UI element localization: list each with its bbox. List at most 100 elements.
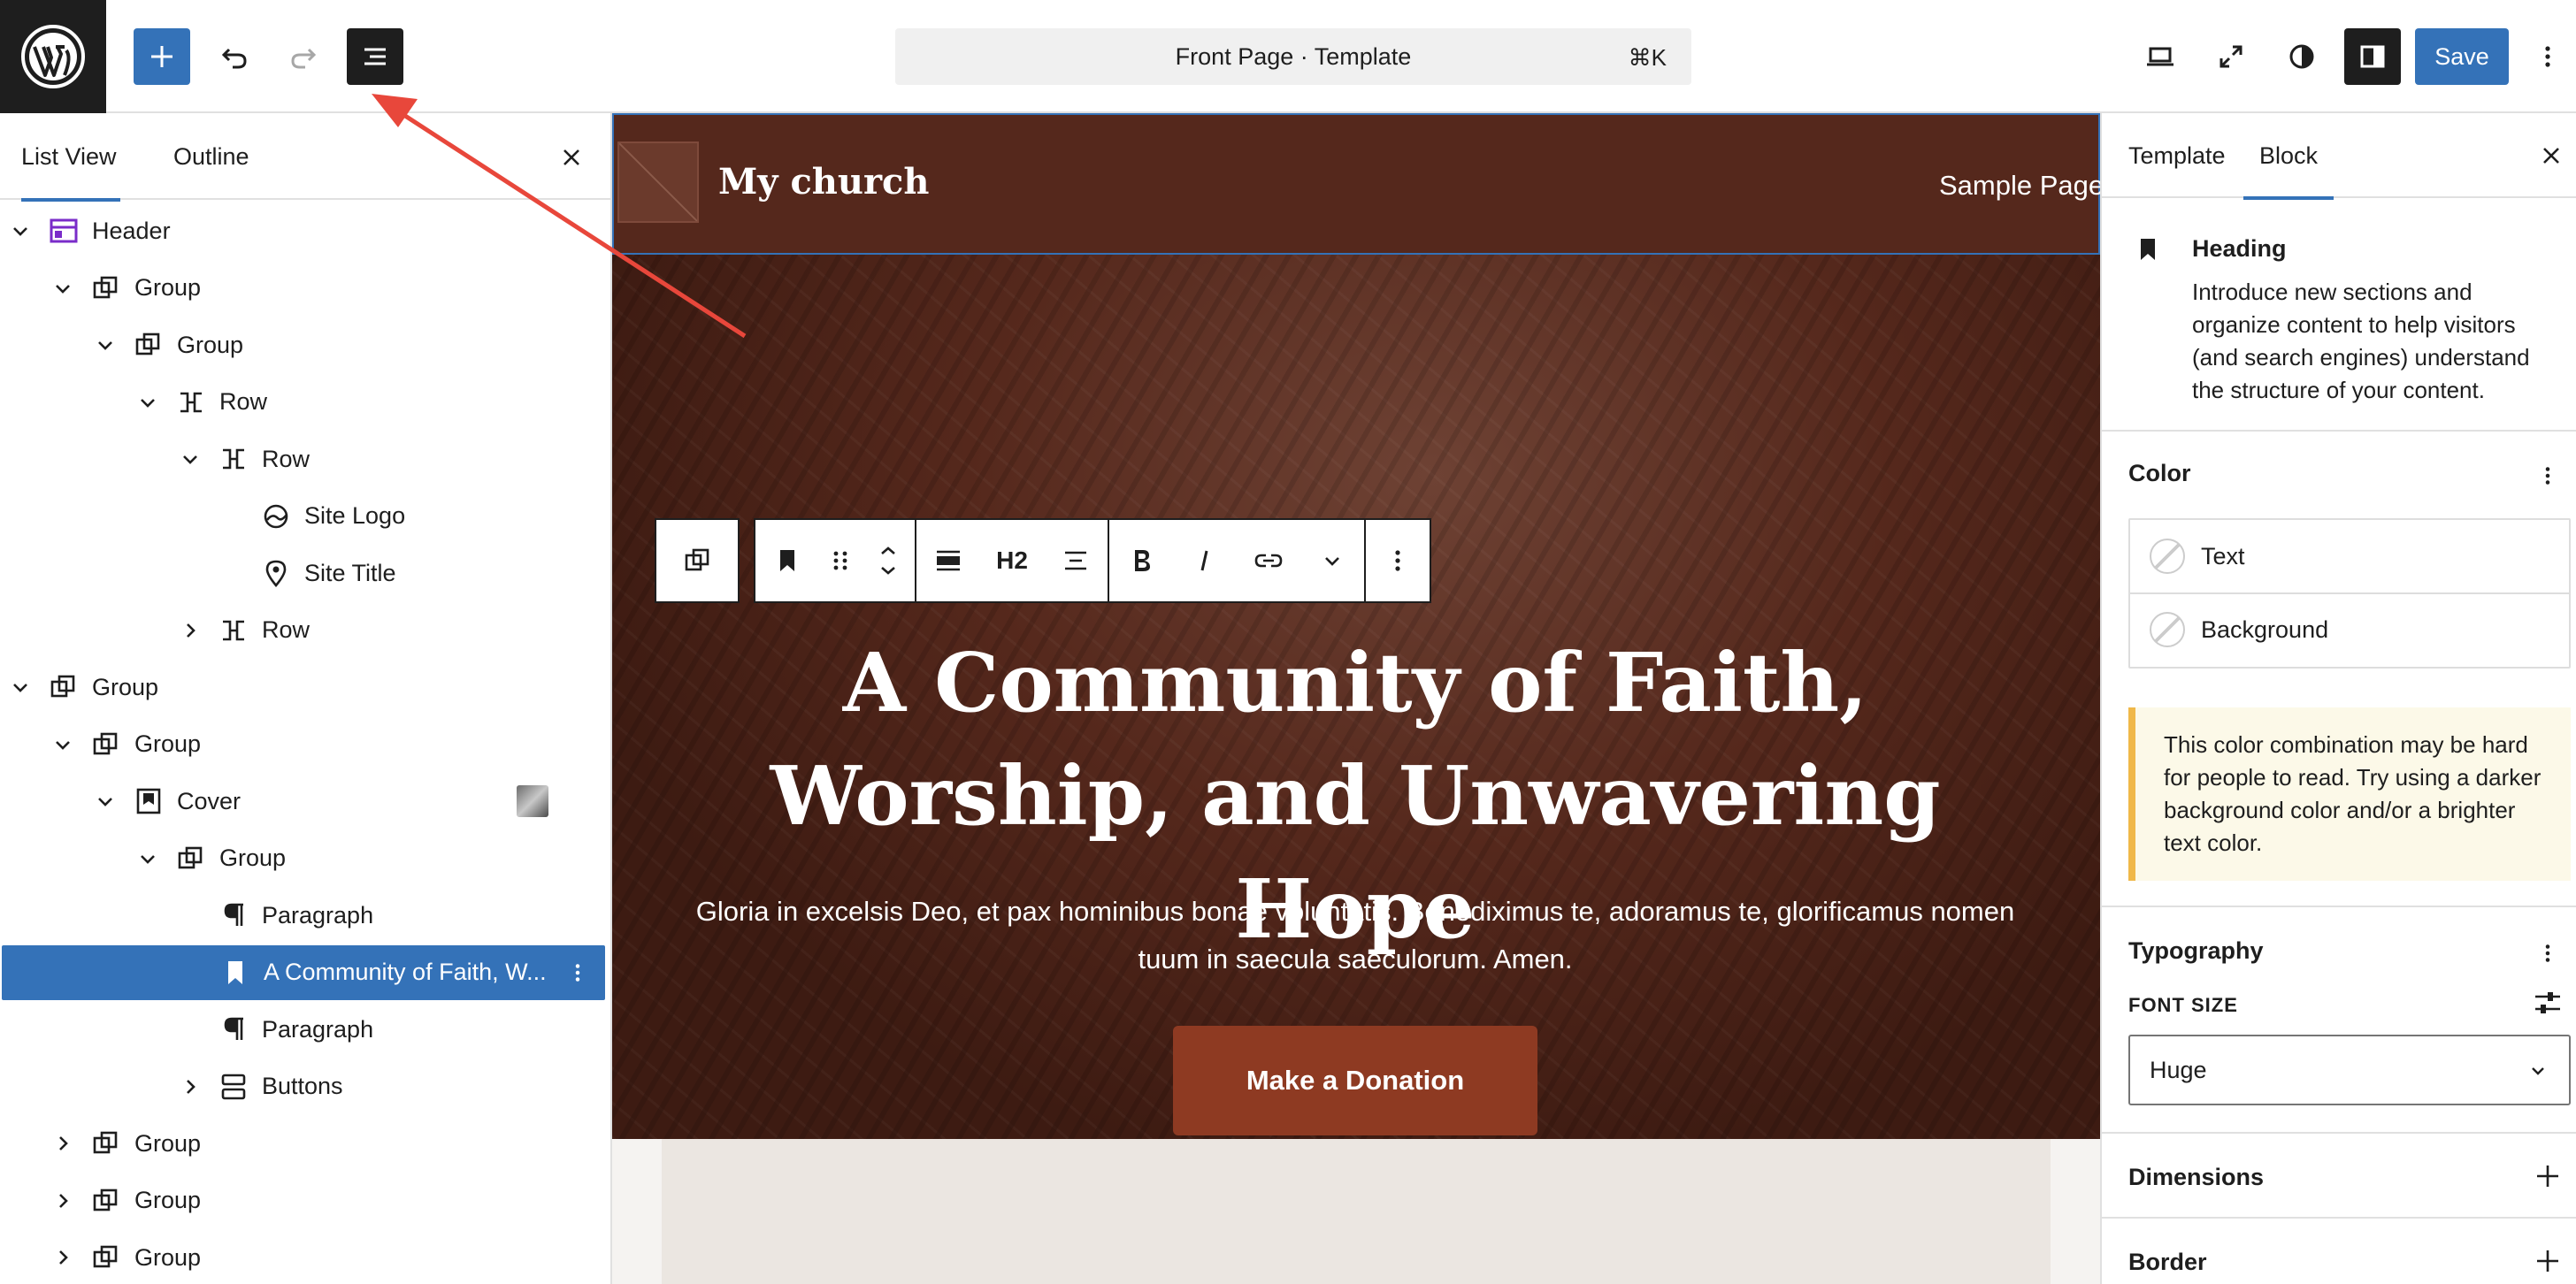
chevron-down-icon[interactable] — [94, 790, 117, 813]
heading-level-label: H2 — [996, 546, 1028, 574]
group-icon — [135, 332, 160, 355]
list-view-item[interactable]: Group — [0, 1230, 607, 1284]
chevron-right-icon[interactable] — [179, 619, 202, 642]
hero-paragraph[interactable]: Gloria in excelsis Deo, et pax hominibus… — [665, 888, 2045, 983]
align-center-icon — [1065, 551, 1086, 570]
list-view-item-label: Header — [92, 217, 171, 244]
list-view-item[interactable]: Group — [0, 261, 607, 316]
add-block-button[interactable] — [134, 28, 190, 85]
chevron-down-icon[interactable] — [9, 676, 32, 699]
chevron-down-icon[interactable] — [51, 277, 74, 300]
zoom-out-button[interactable] — [2203, 28, 2259, 85]
editor-canvas: My church Sample Page H2 A Community of … — [612, 113, 2100, 1284]
list-view-item[interactable]: Header — [0, 203, 607, 258]
list-view-icon — [364, 48, 386, 65]
more-rich-text-button[interactable] — [1300, 520, 1364, 601]
bold-button[interactable] — [1109, 520, 1173, 601]
item-options-button[interactable] — [564, 955, 591, 990]
background-color-item[interactable]: Background — [2130, 592, 2569, 665]
fullscreen-icon — [2220, 45, 2242, 68]
chevron-down-icon[interactable] — [179, 447, 202, 470]
list-view-item[interactable]: Site Title — [0, 546, 607, 600]
nav-link-sample-page[interactable]: Sample Page — [1939, 170, 2100, 202]
editor-top-bar: Front Page · Template ⌘K Save — [0, 0, 2576, 113]
chevron-down-icon[interactable] — [94, 333, 117, 356]
drag-handle[interactable] — [819, 520, 862, 601]
options-menu-button[interactable] — [2523, 28, 2572, 85]
group-icon — [93, 1245, 118, 1268]
font-size-select[interactable]: Huge — [2128, 1035, 2571, 1105]
contrast-warning: This color combination may be hard for p… — [2128, 707, 2571, 881]
list-view-item-label: Site Logo — [304, 502, 406, 529]
block-type-button[interactable] — [755, 520, 819, 601]
template-part-icon — [50, 218, 78, 243]
list-view-item-label: Site Title — [304, 559, 396, 586]
settings-sliders-icon[interactable] — [2530, 985, 2565, 1020]
wordpress-logo-button[interactable] — [0, 0, 106, 113]
list-view-item[interactable]: A Community of Faith, W... — [2, 944, 605, 1000]
chevron-down-icon[interactable] — [136, 847, 159, 870]
document-overview-button[interactable] — [347, 28, 403, 85]
list-view-item[interactable]: Group — [0, 1173, 607, 1228]
list-view-item[interactable]: Group — [0, 717, 607, 772]
tab-outline[interactable]: Outline — [173, 113, 249, 200]
save-button[interactable]: Save — [2415, 28, 2509, 85]
link-icon — [1254, 554, 1283, 568]
list-view-item[interactable]: Group — [0, 1116, 607, 1171]
border-add-button[interactable] — [2530, 1243, 2565, 1279]
plus-icon — [2537, 1166, 2558, 1187]
block-options-button[interactable] — [1366, 520, 1430, 601]
list-view-item[interactable]: Row — [0, 432, 607, 486]
site-logo-icon — [264, 504, 288, 528]
list-view-item[interactable]: Cover — [0, 774, 607, 829]
site-title[interactable]: My church — [718, 161, 929, 203]
align-button[interactable] — [916, 520, 980, 601]
cover-block[interactable]: H2 A Community of Faith, Worship, and Un… — [612, 255, 2100, 1139]
header-template-part[interactable]: My church Sample Page — [612, 113, 2100, 255]
text-align-button[interactable] — [1044, 520, 1108, 601]
close-panel-button[interactable] — [554, 140, 589, 175]
heading-icon — [228, 960, 242, 984]
dimensions-add-button[interactable] — [2530, 1158, 2565, 1194]
list-view-item[interactable]: Group — [0, 317, 607, 372]
site-logo-placeholder[interactable] — [617, 141, 699, 223]
list-view-item[interactable]: Row — [0, 603, 607, 658]
tab-list-view[interactable]: List View — [21, 113, 120, 202]
drag-handle-icon — [833, 551, 847, 570]
close-sidebar-button[interactable] — [2534, 138, 2569, 173]
undo-button[interactable] — [206, 28, 263, 85]
redo-button[interactable] — [275, 28, 332, 85]
tab-block[interactable]: Block — [2242, 113, 2334, 200]
styles-button[interactable] — [2273, 28, 2330, 85]
typography-options-button[interactable] — [2530, 936, 2565, 971]
chevron-down-icon[interactable] — [136, 391, 159, 414]
chevron-right-icon[interactable] — [51, 1246, 74, 1269]
italic-button[interactable] — [1173, 520, 1237, 601]
link-button[interactable] — [1237, 520, 1300, 601]
list-view-item[interactable]: Group — [0, 831, 607, 886]
chevron-down-icon[interactable] — [51, 733, 74, 756]
text-color-item[interactable]: Text — [2130, 520, 2569, 592]
chevron-right-icon[interactable] — [179, 1075, 202, 1098]
tab-template[interactable]: Template — [2128, 113, 2226, 198]
list-view-item[interactable]: Row — [0, 375, 607, 430]
color-options-button[interactable] — [2530, 458, 2565, 493]
list-view-item[interactable]: Paragraph — [0, 1002, 607, 1057]
heading-level-button[interactable]: H2 — [980, 520, 1044, 601]
donation-button[interactable]: Make a Donation — [1173, 1026, 1537, 1135]
color-section-title: Color — [2128, 460, 2191, 486]
document-title: Front Page · Template — [1175, 42, 1412, 70]
command-palette-bar[interactable]: Front Page · Template ⌘K — [895, 28, 1691, 85]
move-up-down-button[interactable] — [862, 520, 915, 601]
list-view-item[interactable]: Site Logo — [0, 489, 607, 544]
settings-sidebar-button[interactable] — [2344, 28, 2401, 85]
select-parent-button[interactable] — [655, 518, 740, 603]
list-view-item[interactable]: Paragraph — [0, 888, 607, 943]
group-icon — [178, 846, 203, 868]
chevron-right-icon[interactable] — [51, 1189, 74, 1212]
chevron-down-icon[interactable] — [9, 219, 32, 242]
list-view-item[interactable]: Buttons — [0, 1059, 607, 1114]
list-view-item[interactable]: Group — [0, 660, 607, 715]
chevron-right-icon[interactable] — [51, 1132, 74, 1155]
device-preview-button[interactable] — [2132, 28, 2189, 85]
